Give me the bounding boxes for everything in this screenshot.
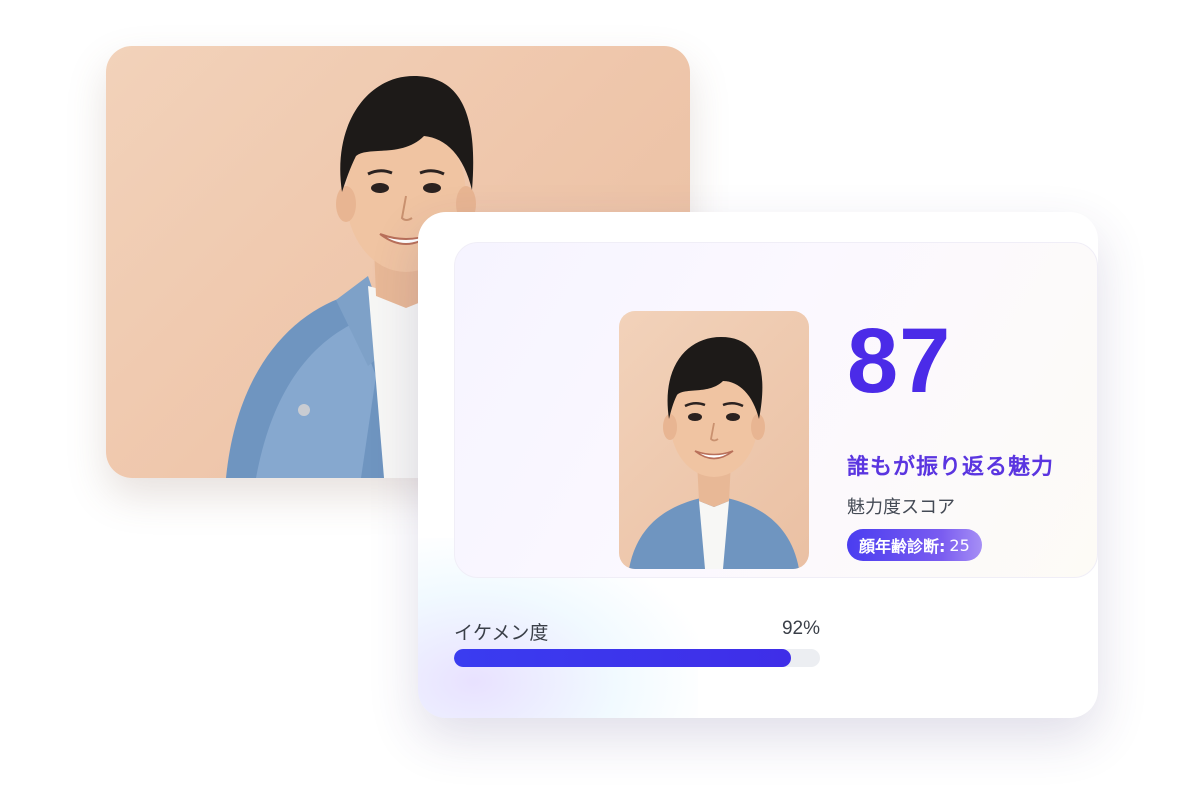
score-panel: 87 誰もが振り返る魅力 魅力度スコア 顔年齢診断: 25	[454, 242, 1098, 578]
face-age-badge: 顔年齢診断: 25	[847, 529, 982, 561]
result-thumbnail	[619, 311, 809, 569]
attractiveness-score: 87	[847, 310, 952, 412]
score-label: 魅力度スコア	[847, 497, 955, 518]
metric-progress-bar	[454, 649, 820, 667]
metric-progress-fill	[454, 649, 791, 667]
face-age-value: 25	[949, 535, 970, 555]
metric-label: イケメン度	[454, 622, 549, 644]
stage: 87 誰もが振り返る魅力 魅力度スコア 顔年齢診断: 25 イケメン度 92%	[0, 0, 1200, 800]
person-portrait-icon	[629, 337, 799, 569]
face-age-label: 顔年齢診断:	[859, 537, 946, 556]
metric-percent: 92%	[781, 618, 820, 639]
score-tagline: 誰もが振り返る魅力	[847, 455, 1055, 480]
diagnosis-result-card: 87 誰もが振り返る魅力 魅力度スコア 顔年齢診断: 25 イケメン度 92%	[418, 212, 1098, 718]
